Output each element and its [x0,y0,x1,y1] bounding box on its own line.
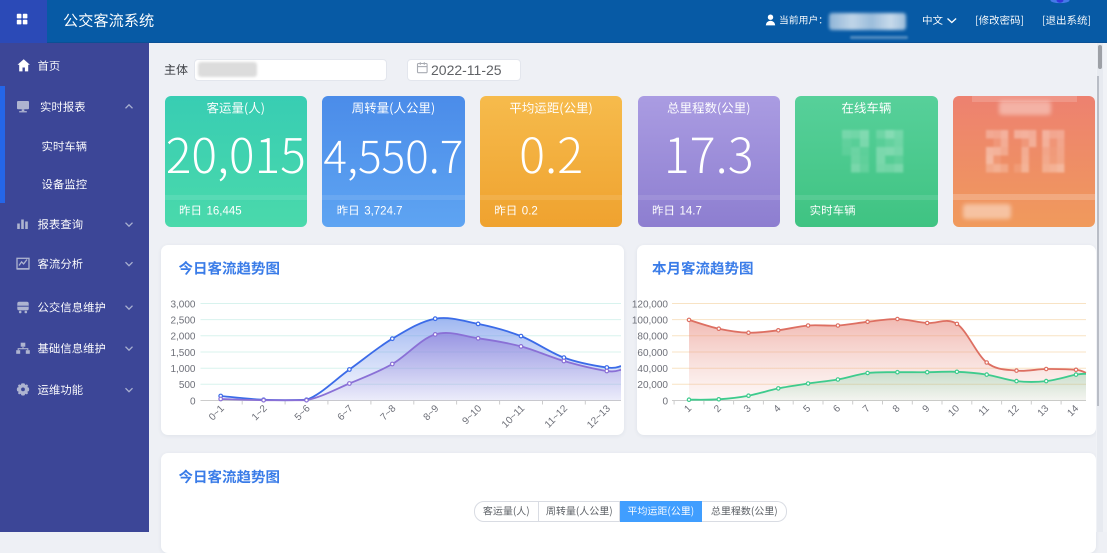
svg-text:13: 13 [1036,403,1052,419]
svg-text:2,000: 2,000 [170,332,195,343]
svg-text:8~9: 8~9 [422,403,442,423]
svg-text:1,500: 1,500 [170,348,195,359]
svg-text:3,000: 3,000 [170,299,195,310]
svg-text:0: 0 [190,396,196,407]
svg-text:7~8: 7~8 [379,403,399,423]
svg-text:6: 6 [831,403,843,415]
svg-text:500: 500 [179,380,196,391]
svg-text:8: 8 [891,403,903,415]
svg-text:1~2: 1~2 [250,403,270,423]
svg-text:3: 3 [742,403,754,415]
svg-text:20,000: 20,000 [637,380,668,391]
svg-text:16,445: 16,445 [207,206,242,218]
svg-text:100,000: 100,000 [632,315,669,326]
svg-text:11~12: 11~12 [543,403,570,430]
svg-text:60,000: 60,000 [637,348,668,359]
svg-text:120,000: 120,000 [632,299,669,310]
svg-text:9~10: 9~10 [461,403,485,427]
svg-text:7: 7 [861,403,873,415]
svg-text:14.7: 14.7 [680,206,702,218]
svg-text:14: 14 [1065,403,1081,419]
svg-text:6~7: 6~7 [336,403,356,423]
svg-text:0~1: 0~1 [207,403,227,423]
svg-text:1: 1 [682,403,694,415]
svg-text:0: 0 [662,396,668,407]
svg-text:2: 2 [712,403,724,415]
svg-text:80,000: 80,000 [637,332,668,343]
svg-text:3,724.7: 3,724.7 [364,206,402,218]
svg-text:5: 5 [802,403,814,415]
svg-text:9: 9 [921,403,933,415]
svg-text:0.2: 0.2 [522,206,538,218]
svg-text:10: 10 [946,403,962,419]
svg-text:12~13: 12~13 [585,403,613,431]
svg-text:11: 11 [977,403,992,418]
svg-text:1,000: 1,000 [170,364,195,375]
svg-text:10~11: 10~11 [500,403,527,430]
svg-text:40,000: 40,000 [637,364,668,375]
svg-text:2,500: 2,500 [170,315,195,326]
svg-text:12: 12 [1006,403,1022,419]
svg-text:4: 4 [772,403,784,415]
svg-text:5~6: 5~6 [293,403,313,423]
